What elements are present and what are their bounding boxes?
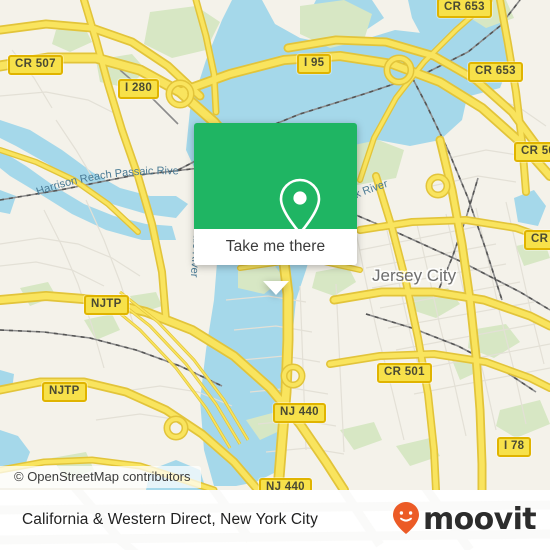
- shield-i-95[interactable]: I 95: [297, 54, 332, 74]
- location-title: California & Western Direct, New York Ci…: [22, 511, 318, 528]
- moovit-logo[interactable]: moovit: [392, 501, 537, 540]
- shield-cr-653[interactable]: CR 653: [468, 62, 523, 82]
- footer-bar: California & Western Direct, New York Ci…: [0, 490, 550, 550]
- shield-njtp-1[interactable]: NJTP: [84, 295, 129, 315]
- take-me-there-label: Take me there: [225, 238, 326, 255]
- shield-cr-501[interactable]: CR 501: [377, 363, 432, 383]
- shield-nj-440[interactable]: NJ 440: [273, 403, 326, 423]
- shield-cr-507[interactable]: CR 507: [8, 55, 63, 75]
- shield-i-280[interactable]: I 280: [118, 79, 160, 99]
- take-me-there-popup[interactable]: Take me there: [194, 123, 357, 295]
- map-share-page: Harrison Reach Passaic Rive Passaic Rive…: [0, 0, 550, 550]
- shield-cr-6[interactable]: CR 6: [524, 230, 550, 250]
- shield-nj-440-bottom[interactable]: NJ 440: [259, 478, 312, 490]
- map-canvas[interactable]: Harrison Reach Passaic Rive Passaic Rive…: [0, 0, 550, 490]
- moovit-pin-icon: [392, 501, 420, 540]
- popup-tail: [262, 281, 289, 295]
- shield-i-78[interactable]: I 78: [497, 437, 532, 457]
- map-attribution[interactable]: © OpenStreetMap contributors: [0, 466, 201, 488]
- shield-cr-653-top[interactable]: CR 653: [437, 0, 492, 18]
- place-label-jersey-city: Jersey City: [372, 266, 457, 285]
- shield-cr-501-right[interactable]: CR 501: [514, 142, 550, 162]
- moovit-wordmark: moovit: [422, 502, 537, 537]
- shield-njtp-2[interactable]: NJTP: [42, 382, 87, 402]
- popup-image-area: [194, 123, 357, 235]
